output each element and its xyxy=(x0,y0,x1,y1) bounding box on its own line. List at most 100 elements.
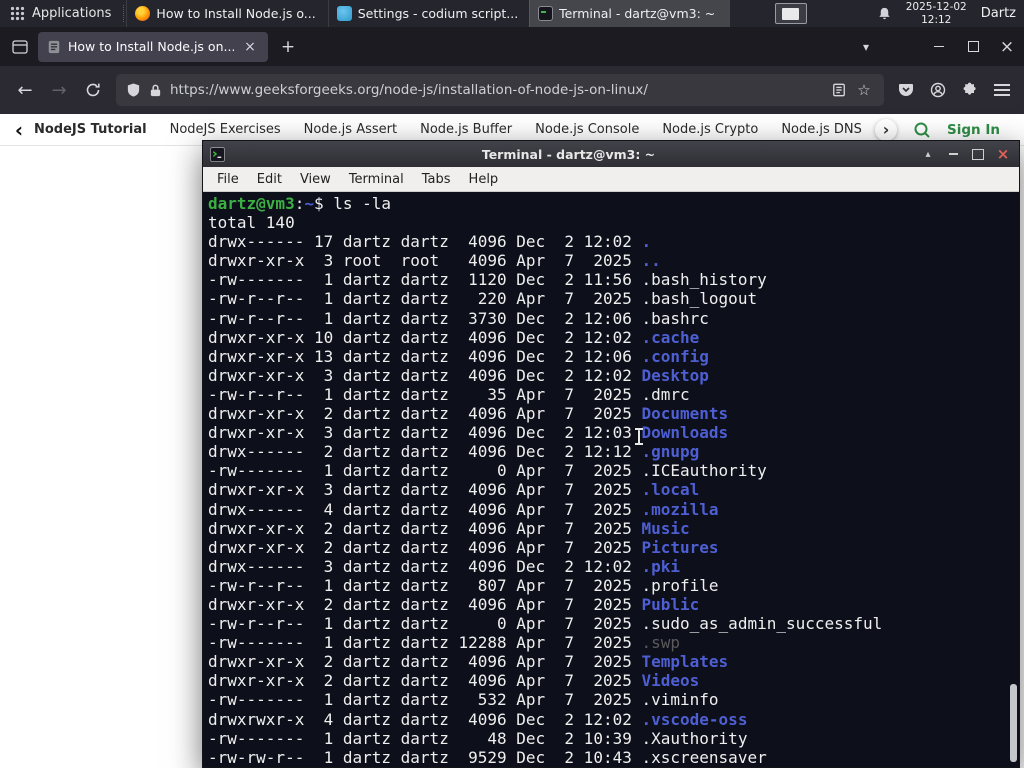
workspace-switcher[interactable] xyxy=(774,3,807,24)
reader-mode-icon[interactable] xyxy=(832,83,846,97)
forward-button[interactable] xyxy=(42,73,76,107)
terminal-scrollbar-thumb[interactable] xyxy=(1010,684,1017,762)
browser-close-button[interactable] xyxy=(990,27,1024,66)
window-button-title: Settings - codium script... xyxy=(357,6,519,21)
terminal-menu-view[interactable]: View xyxy=(291,172,340,187)
terminal-body[interactable]: dartz@vm3:~$ ls -la total 140 drwx------ 1… xyxy=(203,192,1019,767)
file-name: Downloads xyxy=(641,423,729,443)
firefox-view-icon[interactable] xyxy=(6,33,34,61)
terminal-listing-line: -rw-r--r-- 1 dartz dartz 3730 Dec 2 12:0… xyxy=(208,308,709,328)
user-menu[interactable]: Dartz xyxy=(981,6,1016,21)
terminal-titlebar[interactable]: Terminal - dartz@vm3: ~ xyxy=(203,141,1019,167)
panel-window-button[interactable]: Settings - codium script... xyxy=(327,0,529,27)
browser-minimize-button[interactable] xyxy=(922,27,956,66)
terminal-listing-line: drwxr-xr-x 2 dartz dartz 4096 Apr 7 2025… xyxy=(208,537,719,557)
site-nav-link[interactable]: Node.js Crypto xyxy=(662,122,758,137)
site-search-icon[interactable] xyxy=(913,121,931,139)
file-name: Public xyxy=(641,594,700,614)
bookmark-star-icon[interactable] xyxy=(854,80,874,100)
terminal-prompt-line: dartz@vm3:~$ ls -la xyxy=(208,194,392,213)
sign-in-button[interactable]: Sign In xyxy=(947,122,1000,138)
toolbar-right-icons xyxy=(898,82,1010,98)
notifications-bell-icon[interactable] xyxy=(877,6,892,22)
desktop: Applications How to Install Node.js o...… xyxy=(0,0,1024,768)
terminal-listing-line: drwxr-xr-x 2 dartz dartz 4096 Apr 7 2025… xyxy=(208,518,690,538)
terminal-listing-line: drwxr-xr-x 3 root root 4096 Apr 7 2025 .… xyxy=(208,251,661,271)
terminal-listing-line: drwxr-xr-x 2 dartz dartz 4096 Apr 7 2025… xyxy=(208,404,729,424)
terminal-menu-help[interactable]: Help xyxy=(460,172,508,187)
terminal-menu-file[interactable]: File xyxy=(208,172,248,187)
terminal-close-button[interactable] xyxy=(994,145,1012,163)
browser-toolbar: https://www.geeksforgeeks.org/node-js/in… xyxy=(0,66,1024,114)
site-nav-link[interactable]: NodeJS Exercises xyxy=(170,122,281,137)
site-nav-link[interactable]: Node.js Console xyxy=(535,122,639,137)
reload-button[interactable] xyxy=(76,73,110,107)
terminal-listing-line: drwx------ 4 dartz dartz 4096 Apr 7 2025… xyxy=(208,499,719,519)
back-button[interactable] xyxy=(8,73,42,107)
site-nav-link[interactable]: NodeJS Tutorial xyxy=(34,122,147,137)
terminal-listing-line: -rw------- 1 dartz dartz 12288 Apr 7 202… xyxy=(208,633,681,653)
terminal-icon xyxy=(538,6,554,21)
terminal-listing-line: drwx------ 17 dartz dartz 4096 Dec 2 12:… xyxy=(208,232,652,252)
lock-icon[interactable] xyxy=(149,83,162,98)
terminal-title: Terminal - dartz@vm3: ~ xyxy=(481,146,656,162)
firefox-icon xyxy=(135,6,151,21)
terminal-listing-line: -rw-r--r-- 1 dartz dartz 220 Apr 7 2025 … xyxy=(208,289,758,309)
clock-time: 12:12 xyxy=(921,13,952,26)
file-name: .. xyxy=(641,251,661,271)
panel-status-area: 2025-12-02 12:12 Dartz xyxy=(877,0,1024,27)
browser-tab[interactable]: How to Install Node.js on... xyxy=(38,31,268,62)
nav-prev-chevron-icon[interactable] xyxy=(10,118,28,142)
top-panel: Applications How to Install Node.js o...… xyxy=(0,0,1024,27)
menu-icon[interactable] xyxy=(994,84,1010,96)
pocket-icon[interactable] xyxy=(898,82,914,98)
browser-maximize-button[interactable] xyxy=(956,27,990,66)
terminal-listing-line: drwxr-xr-x 2 dartz dartz 4096 Apr 7 2025… xyxy=(208,671,700,691)
tracking-protection-shield-icon[interactable] xyxy=(126,82,141,98)
tab-close-icon[interactable] xyxy=(241,38,259,56)
file-name: .bash_history xyxy=(641,270,767,290)
panel-window-buttons: How to Install Node.js o... Settings - co… xyxy=(126,0,731,27)
list-all-tabs-icon[interactable] xyxy=(852,33,880,61)
panel-spacer xyxy=(730,0,774,27)
prompt-path: ~ xyxy=(304,194,314,213)
terminal-listing-line: drwxr-xr-x 3 dartz dartz 4096 Dec 2 12:0… xyxy=(208,423,729,443)
url-text[interactable]: https://www.geeksforgeeks.org/node-js/in… xyxy=(170,82,824,98)
account-icon[interactable] xyxy=(930,82,946,98)
terminal-listing-line: -rw-rw-r-- 1 dartz dartz 9529 Dec 2 10:4… xyxy=(208,747,767,767)
file-name: .swp xyxy=(641,633,681,653)
tab-title: How to Install Node.js on... xyxy=(68,39,234,54)
terminal-minimize-button[interactable] xyxy=(944,145,962,163)
panel-window-button[interactable]: Terminal - dartz@vm3: ~ xyxy=(529,0,731,27)
panel-window-button[interactable]: How to Install Node.js o... xyxy=(126,0,327,27)
site-nav-link[interactable]: Node.js Assert xyxy=(304,122,397,137)
file-name: .bashrc xyxy=(641,308,709,328)
file-name: Music xyxy=(641,518,690,538)
terminal-menu-edit[interactable]: Edit xyxy=(248,172,291,187)
terminal-menu-terminal[interactable]: Terminal xyxy=(340,172,413,187)
terminal-menu-tabs[interactable]: Tabs xyxy=(413,172,460,187)
terminal-shade-button[interactable] xyxy=(919,145,937,163)
panel-clock[interactable]: 2025-12-02 12:12 xyxy=(906,1,967,26)
file-name: . xyxy=(641,232,652,252)
panel-separator xyxy=(123,5,125,22)
file-name: .gnupg xyxy=(641,442,700,462)
url-bar[interactable]: https://www.geeksforgeeks.org/node-js/in… xyxy=(116,74,884,106)
new-tab-button[interactable] xyxy=(274,33,302,61)
terminal-maximize-button[interactable] xyxy=(969,145,987,163)
file-name: Documents xyxy=(641,404,729,424)
terminal-listing-line: drwx------ 2 dartz dartz 4096 Dec 2 12:1… xyxy=(208,442,700,462)
codium-icon xyxy=(336,6,352,21)
extensions-icon[interactable] xyxy=(962,82,978,98)
site-nav-link[interactable]: Node.js Buffer xyxy=(420,122,512,137)
clock-date: 2025-12-02 xyxy=(905,1,967,13)
file-name: .cache xyxy=(641,327,700,347)
terminal-listing-line: drwxr-xr-x 3 dartz dartz 4096 Apr 7 2025… xyxy=(208,480,700,500)
terminal-command: ls -la xyxy=(333,194,392,213)
applications-menu[interactable]: Applications xyxy=(0,0,121,27)
terminal-listing-line: -rw-r--r-- 1 dartz dartz 0 Apr 7 2025 .s… xyxy=(208,614,883,634)
nav-next-chevron-icon[interactable] xyxy=(875,118,898,141)
terminal-listing-line: drwxrwxr-x 4 dartz dartz 4096 Dec 2 12:0… xyxy=(208,709,748,729)
browser-tab-bar: How to Install Node.js on... xyxy=(0,27,1024,66)
site-nav-link[interactable]: Node.js DNS xyxy=(781,122,862,137)
